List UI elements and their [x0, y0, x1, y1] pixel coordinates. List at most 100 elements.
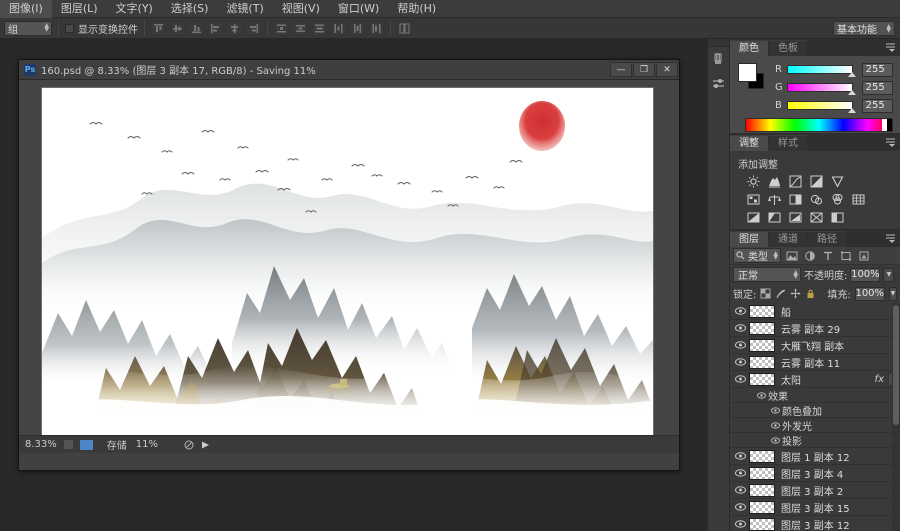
menu-item-image[interactable]: 图像(I)	[0, 0, 52, 18]
close-button[interactable]: ✕	[656, 62, 678, 77]
effects-visibility-toggle[interactable]	[754, 391, 768, 399]
document-title-bar[interactable]: Ps 160.psd @ 8.33% (图层 3 副本 17, RGB/8) -…	[19, 60, 679, 80]
layer-thumbnail[interactable]	[749, 304, 775, 318]
tab-layers[interactable]: 图层	[730, 231, 768, 247]
layer-visibility-toggle[interactable]	[732, 341, 749, 349]
slider-g[interactable]	[786, 83, 856, 95]
exposure-icon[interactable]	[809, 174, 824, 188]
gradient-map-icon[interactable]	[809, 210, 824, 224]
layer-name[interactable]: 图层 3 副本 4	[781, 466, 843, 481]
brightness-contrast-icon[interactable]	[746, 174, 761, 188]
hue-saturation-icon[interactable]	[746, 192, 761, 206]
invert-icon[interactable]	[746, 210, 761, 224]
distribute-vertical-centers-icon[interactable]	[293, 20, 308, 36]
panel-menu-icon[interactable]	[885, 233, 897, 244]
slider-b[interactable]	[786, 101, 856, 113]
tab-swatches[interactable]: 色板	[769, 40, 807, 56]
menu-item-view[interactable]: 视图(V)	[273, 0, 329, 18]
channel-mixer-icon[interactable]	[830, 192, 845, 206]
opacity-chevron-down-icon[interactable]: ▼	[883, 267, 895, 282]
posterize-icon[interactable]	[767, 210, 782, 224]
table-row[interactable]: 图层 3 副本 4	[730, 465, 900, 482]
channel-value-b[interactable]: 255	[861, 98, 893, 113]
layer-thumbnail[interactable]	[749, 449, 775, 463]
layer-visibility-toggle[interactable]	[732, 503, 749, 511]
lock-all-icon[interactable]	[805, 287, 816, 301]
lock-transparency-icon[interactable]	[760, 287, 771, 301]
layer-visibility-toggle[interactable]	[732, 358, 749, 366]
foreground-background-swatches[interactable]	[738, 63, 764, 89]
table-row[interactable]: 太阳 fx	[730, 371, 900, 388]
canvas-area[interactable]: 8.33% 存储 11%	[19, 80, 679, 453]
layer-visibility-toggle[interactable]	[732, 452, 749, 460]
layer-thumbnail[interactable]	[749, 321, 775, 335]
adjustments-rail-icon[interactable]	[708, 71, 729, 95]
align-top-edges-icon[interactable]	[151, 20, 166, 36]
levels-icon[interactable]	[767, 174, 782, 188]
document-info-icon[interactable]	[62, 439, 74, 450]
layer-name[interactable]: 云雾 副本 29	[781, 321, 840, 336]
layer-name[interactable]: 图层 3 副本 15	[781, 500, 850, 515]
slider-r[interactable]	[786, 65, 856, 77]
tab-styles[interactable]: 样式	[769, 135, 807, 151]
table-row[interactable]: 云雾 副本 11	[730, 354, 900, 371]
menu-item-window[interactable]: 窗口(W)	[329, 0, 388, 18]
show-transform-controls-checkbox[interactable]: 显示变换控件	[65, 21, 138, 36]
tab-paths[interactable]: 路径	[808, 231, 846, 247]
layer-thumbnail[interactable]	[749, 372, 775, 386]
align-vertical-centers-icon[interactable]	[170, 20, 185, 36]
list-item[interactable]: 颜色叠加	[730, 403, 900, 418]
table-row[interactable]: 图层 3 副本 12	[730, 516, 900, 531]
layers-list[interactable]: 船 云雾 副本 29 大雁飞翔 副本 云雾 副本 11 太阳 fx 效果 颜色叠…	[730, 303, 900, 531]
type-filter-icon[interactable]	[821, 249, 835, 263]
layer-name[interactable]: 大雁飞翔 副本	[781, 338, 844, 353]
layer-name[interactable]: 太阳	[781, 372, 801, 387]
minimize-button[interactable]: —	[610, 62, 632, 77]
table-row[interactable]: 图层 3 副本 2	[730, 482, 900, 499]
cancel-icon[interactable]	[184, 440, 194, 450]
table-row[interactable]: 图层 3 副本 15	[730, 499, 900, 516]
table-row[interactable]: 云雾 副本 29	[730, 320, 900, 337]
slider-handle-r[interactable]	[847, 72, 856, 77]
distribute-left-edges-icon[interactable]	[331, 20, 346, 36]
scrollbar-thumb[interactable]	[893, 305, 899, 425]
layer-thumbnail[interactable]	[749, 466, 775, 480]
tab-color[interactable]: 颜色	[730, 40, 768, 56]
panel-menu-icon[interactable]	[885, 137, 897, 148]
slider-handle-g[interactable]	[847, 90, 856, 95]
opacity-value[interactable]: 100%	[850, 267, 881, 282]
effects-group-label[interactable]: 效果	[768, 388, 788, 403]
list-item[interactable]: 效果	[730, 388, 900, 403]
slider-handle-b[interactable]	[847, 108, 856, 113]
white-black-chips[interactable]	[882, 119, 892, 131]
color-balance-icon[interactable]	[767, 192, 782, 206]
zoom-level[interactable]: 8.33%	[25, 439, 57, 450]
move-tool-group-select[interactable]: 组 ▲ ▼	[4, 20, 52, 36]
layer-visibility-toggle[interactable]	[732, 375, 749, 383]
color-lookup-icon[interactable]	[851, 192, 866, 206]
vibrance-icon[interactable]	[830, 174, 845, 188]
menu-item-layer[interactable]: 图层(L)	[52, 0, 107, 18]
menu-item-help[interactable]: 帮助(H)	[388, 0, 445, 18]
tab-adjustments[interactable]: 调整	[730, 135, 768, 151]
layer-thumbnail[interactable]	[749, 483, 775, 497]
table-row[interactable]: 图层 1 副本 12	[730, 448, 900, 465]
auto-align-layers-icon[interactable]	[397, 20, 412, 36]
adjustment-filter-icon[interactable]	[803, 249, 817, 263]
layer-visibility-toggle[interactable]	[732, 324, 749, 332]
shape-filter-icon[interactable]	[839, 249, 853, 263]
layer-thumbnail[interactable]	[749, 500, 775, 514]
checkbox-box[interactable]	[65, 23, 74, 33]
layer-visibility-toggle[interactable]	[732, 307, 749, 315]
layer-name[interactable]: 云雾 副本 11	[781, 355, 840, 370]
layer-thumbnail[interactable]	[749, 338, 775, 352]
layer-name[interactable]: 图层 3 副本 12	[781, 517, 850, 531]
image-canvas[interactable]	[41, 87, 654, 450]
color-spectrum-bar[interactable]	[745, 118, 893, 132]
layer-visibility-toggle[interactable]	[732, 469, 749, 477]
effect-color-overlay-label[interactable]: 颜色叠加	[782, 403, 822, 418]
table-row[interactable]: 大雁飞翔 副本	[730, 337, 900, 354]
list-item[interactable]: 外发光	[730, 418, 900, 433]
list-item[interactable]: 投影	[730, 433, 900, 448]
brush-presets-icon[interactable]	[708, 47, 729, 71]
